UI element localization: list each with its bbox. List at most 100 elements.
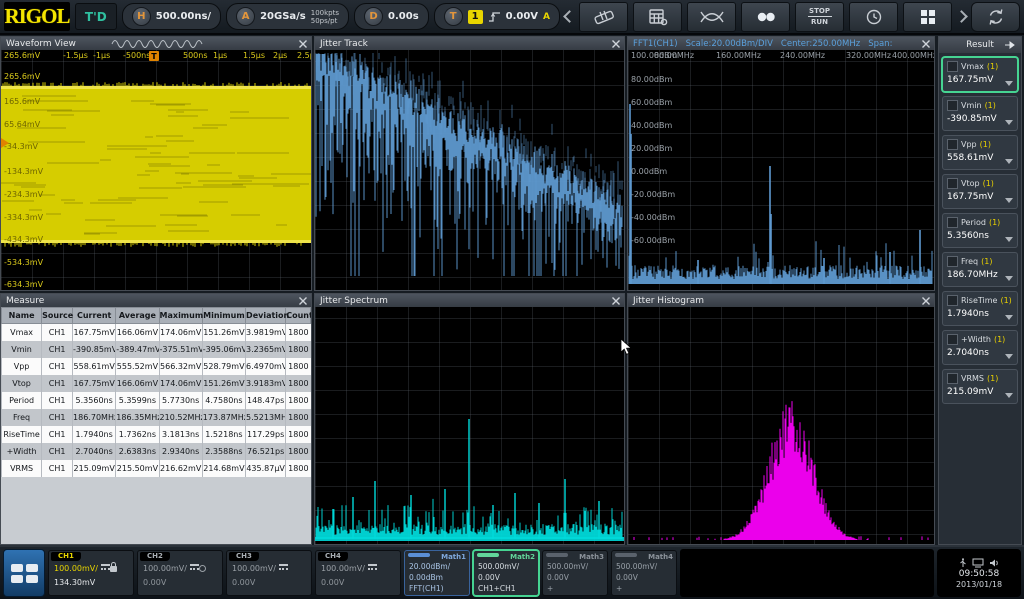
probe-button[interactable] [579,2,628,32]
trigger-settings[interactable]: T 1 0.00V A [434,3,560,30]
close-icon[interactable] [921,39,931,49]
measure-header[interactable]: Measure [1,294,311,307]
fft-y-tick-label: 80.00dBm [631,76,672,84]
measurement-value: 2.7040ns [947,348,1013,358]
close-icon[interactable] [298,39,308,49]
math-box[interactable]: Math4 500.00mV/ 0.00V + [611,550,677,596]
jitter-spectrum-header[interactable]: Jitter Spectrum [315,294,624,307]
math-name-tab[interactable]: Math1 [441,552,466,563]
measurement-result-item[interactable]: RiseTime(1) 1.7940ns [942,291,1018,326]
trigger-badge[interactable]: T [444,7,463,26]
waveform-view-panel[interactable]: Waveform View -1.5µs-1µs-500ns500ns1µs1.… [0,36,312,291]
pin-icon[interactable] [1004,40,1016,50]
math-name-tab[interactable]: Math3 [579,552,604,563]
toolbar-scroll-left-icon[interactable] [563,10,576,23]
math-box[interactable]: Math3 500.00mV/ 0.00V + [542,550,608,596]
math-box[interactable]: Math1 20.00dBm/ 0.00dBm FFT(CH1) [404,550,470,596]
measure-panel[interactable]: Measure NameSourceCurrentAverageMaximumM… [0,293,312,545]
sine-squiggle-icon [110,39,206,49]
window-layout-button[interactable] [3,549,45,597]
math-name-tab[interactable]: Math2 [510,552,535,563]
measurement-label: Vmin(1) [947,100,1013,111]
trigger-level-marker[interactable] [1,138,9,148]
chevron-down-icon[interactable] [1005,81,1013,86]
chevron-down-icon[interactable] [1005,354,1013,359]
close-icon[interactable] [611,296,621,306]
oscilloscope-screen: RIGOL T'D H 500.00ns/ A 20GSa/s 100kpts … [0,0,1024,599]
channel-name-tab[interactable]: CH4 [318,552,348,561]
measurement-result-item[interactable]: Vtop(1) 167.75mV [942,174,1018,209]
measurement-result-item[interactable]: Vmax(1) 167.75mV [942,57,1018,92]
jitter-track-panel[interactable]: Jitter Track [314,36,625,291]
timebase-value: 500.00ns/ [156,11,211,22]
close-icon[interactable] [611,39,621,49]
chevron-down-icon[interactable] [1005,159,1013,164]
result-header[interactable]: Result [939,37,1021,53]
measurement-result-item[interactable]: Vmin(1) -390.85mV [942,96,1018,131]
measure-table: NameSourceCurrentAverageMaximumMinimumDe… [1,307,311,477]
jitter-histogram-header[interactable]: Jitter Histogram [628,294,934,307]
measurement-result-item[interactable]: Period(1) 5.3560ns [942,213,1018,248]
measurement-value: 215.09mV [947,387,1013,397]
y-axis-tick-label: -634.3mV [4,281,43,289]
top-toolbar: RIGOL T'D H 500.00ns/ A 20GSa/s 100kpts … [0,0,1024,35]
close-icon[interactable] [921,296,931,306]
delay-badge[interactable]: D [364,7,383,26]
chevron-down-icon[interactable] [1005,237,1013,242]
measurement-label: Vpp(1) [947,139,1013,150]
fft-panel[interactable]: FFT1(CH1) Scale:20.00dBm/DIV Center:250.… [627,36,935,291]
channel-name-tab[interactable]: CH3 [229,552,259,561]
channel-name-tab[interactable]: CH2 [140,552,170,561]
channel-box[interactable]: CH1 100.00mV/ 134.30mV [48,550,134,596]
toolbar-scroll-right-icon[interactable] [955,10,968,23]
channel-box[interactable]: CH4 100.00mV/ 0.00V [315,550,401,596]
windows-layout-button[interactable] [903,2,952,32]
sample-rate-value: 20GSa/s [260,11,306,22]
jitter-histogram-display-area [628,307,934,544]
acquire-badge[interactable]: A [236,7,255,26]
refresh-button[interactable] [971,2,1020,32]
jitter-spectrum-panel[interactable]: Jitter Spectrum [314,293,625,545]
measurement-label: Vtop(1) [947,178,1013,189]
chevron-down-icon[interactable] [1005,315,1013,320]
panel-title: Measure [6,296,44,306]
horizontal-badge[interactable]: H [132,7,151,26]
trigger-position-marker[interactable]: T [149,51,159,61]
math-name-tab[interactable]: Math4 [648,552,673,563]
eye-diagram-button[interactable] [687,2,736,32]
channel-scale: 100.00mV/ [232,564,276,573]
measurement-result-item[interactable]: Vpp(1) 558.61mV [942,135,1018,170]
close-icon[interactable] [298,296,308,306]
fft-header[interactable]: FFT1(CH1) Scale:20.00dBm/DIV Center:250.… [628,37,934,50]
channel-box[interactable]: CH3 100.00mV/ 0.00V [226,550,312,596]
chevron-down-icon[interactable] [1005,198,1013,203]
jitter-histogram-panel[interactable]: Jitter Histogram [627,293,935,545]
measurement-result-item[interactable]: Freq(1) 186.70MHz [942,252,1018,287]
history-button[interactable] [849,2,898,32]
chevron-down-icon[interactable] [1005,276,1013,281]
jitter-track-header[interactable]: Jitter Track [315,37,624,50]
waveform-view-header[interactable]: Waveform View [1,37,311,50]
channel-box[interactable]: CH2 100.00mV/ 0.00V [137,550,223,596]
chevron-down-icon[interactable] [1005,120,1013,125]
status-clock-box[interactable]: 09:50:58 2013/01/18 [937,549,1021,597]
clock-date: 2013/01/18 [956,580,1002,589]
acquire-settings[interactable]: A 20GSa/s 100kpts 50ps/pt [226,3,349,30]
search-button[interactable] [741,2,790,32]
table-row: FreqCH1186.70MHz186.35MHz210.52MHz173.87… [2,409,311,426]
keypad-button[interactable] [633,2,682,32]
horizontal-settings[interactable]: H 500.00ns/ [122,3,221,30]
sound-icon [989,558,999,568]
notification-area [680,549,934,597]
channel-name-tab[interactable]: CH1 [51,552,81,561]
math-expression: + [547,583,603,594]
delay-settings[interactable]: D 0.00s [354,3,429,30]
y-axis-tick-label: -234.3mV [4,191,43,199]
chevron-down-icon[interactable] [1005,393,1013,398]
stop-run-button[interactable]: STOP RUN [795,2,844,32]
measurement-result-item[interactable]: VRMS(1) 215.09mV [942,369,1018,404]
trigger-source-badge[interactable]: 1 [468,10,483,24]
math-box[interactable]: Math2 500.00mV/ 0.00V CH1+CH1 [473,550,539,596]
measurement-type-icon [947,61,958,72]
measurement-result-item[interactable]: +Width(1) 2.7040ns [942,330,1018,365]
